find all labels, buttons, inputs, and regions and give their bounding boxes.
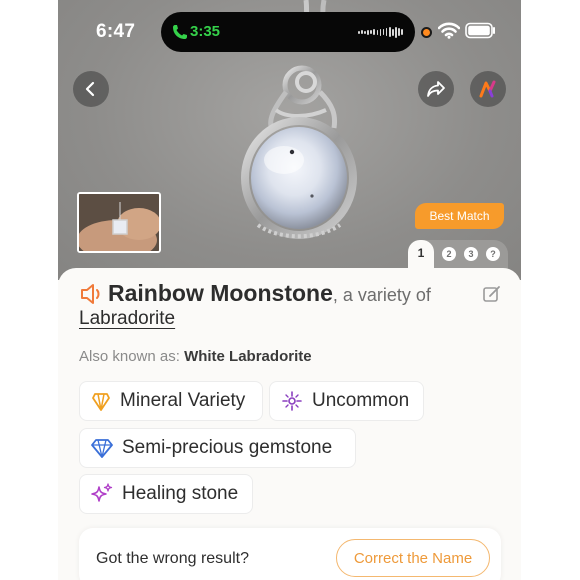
aka-value: White Labradorite xyxy=(184,348,312,365)
speaker-icon[interactable] xyxy=(78,282,104,306)
tag-label: Uncommon xyxy=(312,390,410,411)
also-known-as: Also known as: White Labradorite xyxy=(79,348,312,365)
battery-icon xyxy=(465,22,495,39)
result-sheet: Rainbow Moonstone, a variety of Labrador… xyxy=(58,268,521,580)
image-pager: 1 2 3 ? xyxy=(408,240,508,269)
share-button[interactable] xyxy=(418,71,454,107)
audio-wave-icon xyxy=(358,26,403,38)
tag-label: Mineral Variety xyxy=(120,390,246,411)
chevron-left-icon xyxy=(85,81,95,97)
edit-icon[interactable] xyxy=(482,284,502,304)
best-match-badge: Best Match xyxy=(415,203,504,229)
tag-uncommon[interactable]: Uncommon xyxy=(269,381,424,421)
phone-call-icon xyxy=(173,25,187,39)
species-name: Rainbow Moonstone xyxy=(108,280,333,306)
app-screen: 6:47 3:35 Best Match 1 2 3 ? Rainbow Moo… xyxy=(58,0,521,580)
variety-text: , a variety of xyxy=(332,285,431,305)
photo-thumbnail[interactable] xyxy=(77,192,161,253)
result-title: Rainbow Moonstone, a variety of xyxy=(108,280,431,307)
call-duration: 3:35 xyxy=(190,23,221,40)
diamond-icon xyxy=(91,439,113,458)
status-time: 6:47 xyxy=(96,21,136,42)
recording-indicator-icon xyxy=(421,27,432,38)
parent-species-link[interactable]: Labradorite xyxy=(79,308,175,330)
feedback-question: Got the wrong result? xyxy=(96,550,249,567)
hand-photo-image xyxy=(79,194,159,251)
dynamic-island: 3:35 xyxy=(161,12,415,52)
feedback-card: Got the wrong result? Correct the Name xyxy=(79,528,501,580)
tag-label: Semi-precious gemstone xyxy=(122,437,333,458)
back-button[interactable] xyxy=(73,71,109,107)
twinkle-stars-icon xyxy=(91,483,113,502)
tag-label: Healing stone xyxy=(122,483,239,504)
tag-healing-stone[interactable]: Healing stone xyxy=(79,474,253,514)
app-logo-button[interactable] xyxy=(470,71,506,107)
wifi-icon xyxy=(438,22,460,39)
app-logo-icon xyxy=(479,80,496,98)
share-arrow-icon xyxy=(427,81,445,97)
crystal-icon xyxy=(92,393,110,411)
specimen-photo: 6:47 3:35 Best Match 1 2 3 ? xyxy=(58,0,521,280)
pager-page-2[interactable]: 2 xyxy=(442,247,456,261)
correct-name-button[interactable]: Correct the Name xyxy=(336,539,490,577)
aka-label: Also known as: xyxy=(79,348,180,365)
tag-mineral-variety[interactable]: Mineral Variety xyxy=(79,381,263,421)
sparkle-icon xyxy=(282,391,302,411)
pager-page-3[interactable]: 3 xyxy=(464,247,478,261)
pager-page-1[interactable]: 1 xyxy=(408,240,434,269)
pager-page-unknown[interactable]: ? xyxy=(486,247,500,261)
tag-semi-precious-gemstone[interactable]: Semi-precious gemstone xyxy=(79,428,356,468)
